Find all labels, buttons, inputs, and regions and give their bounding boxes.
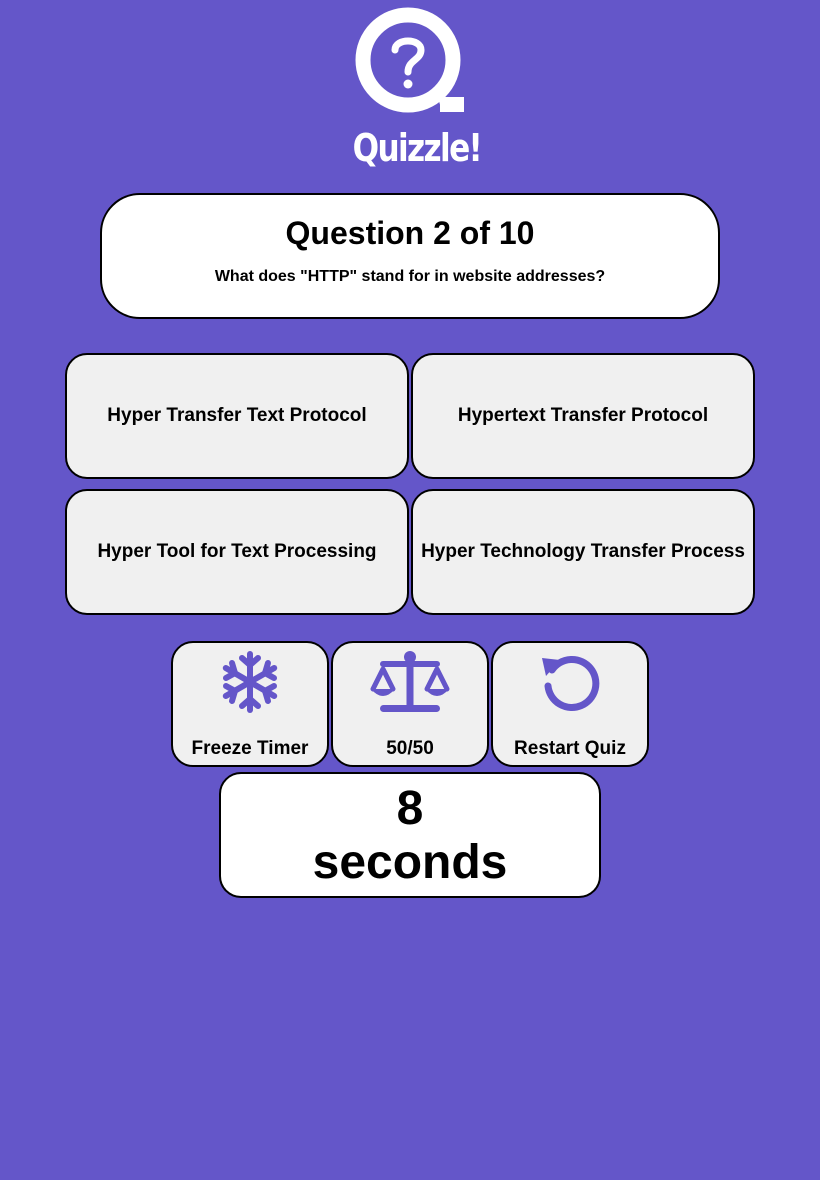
question-bubble-icon <box>355 7 464 113</box>
timer-value: 8 <box>396 782 424 835</box>
app-logo: Quizzle! <box>340 2 483 172</box>
fifty-fifty-label: 50/50 <box>386 738 434 759</box>
restart-quiz-label: Restart Quiz <box>514 738 626 759</box>
fifty-fifty-button[interactable]: 50/50 <box>331 641 489 767</box>
scales-icon <box>370 651 450 712</box>
question-card: Question 2 of 10 What does "HTTP" stand … <box>100 193 720 319</box>
answer-option-4[interactable]: Hyper Technology Transfer Process <box>411 489 755 615</box>
answer-option-2[interactable]: Hypertext Transfer Protocol <box>411 353 755 479</box>
question-title: Question 2 of 10 <box>285 215 535 251</box>
freeze-timer-label: Freeze Timer <box>191 738 309 759</box>
countdown-timer: 8 seconds <box>219 772 601 898</box>
restart-quiz-button[interactable]: Restart Quiz <box>491 641 649 767</box>
answer-option-3[interactable]: Hyper Tool for Text Processing <box>65 489 409 615</box>
answer-option-1[interactable]: Hyper Transfer Text Protocol <box>65 353 409 479</box>
timer-unit: seconds <box>312 836 508 889</box>
restart-icon <box>542 655 600 711</box>
freeze-timer-button[interactable]: Freeze Timer <box>171 641 329 767</box>
snowflake-icon <box>222 651 278 713</box>
question-text: What does "HTTP" stand for in website ad… <box>214 268 606 285</box>
app-name: Quizzle! <box>352 126 483 170</box>
